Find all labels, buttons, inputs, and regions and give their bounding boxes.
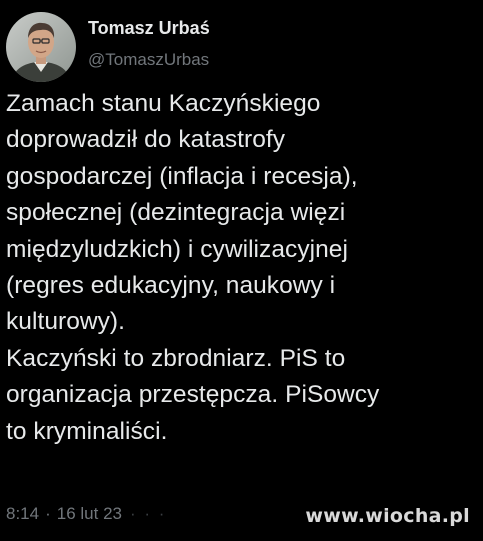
- author-names: Tomasz Urbaś @TomaszUrbas: [88, 16, 210, 72]
- profile-photo-icon: [6, 12, 76, 82]
- tweet-date[interactable]: 16 lut 23: [57, 502, 122, 526]
- author-display-name[interactable]: Tomasz Urbaś: [88, 16, 210, 40]
- tweet-header: Tomasz Urbaś @TomaszUrbas: [6, 12, 210, 82]
- faded-meta-tail: · · ·: [130, 504, 167, 523]
- tweet-card: Tomasz Urbaś @TomaszUrbas Zamach stanu K…: [0, 0, 483, 541]
- meta-separator: ·: [45, 504, 51, 523]
- author-handle[interactable]: @TomaszUrbas: [88, 48, 210, 72]
- avatar[interactable]: [6, 12, 76, 82]
- tweet-meta: 8:14 · 16 lut 23 · · ·: [6, 502, 166, 526]
- watermark: www.wiocha.pl: [305, 505, 470, 527]
- tweet-time[interactable]: 8:14: [6, 502, 39, 526]
- tweet-text: Zamach stanu Kaczyńskiego doprowadził do…: [6, 90, 380, 445]
